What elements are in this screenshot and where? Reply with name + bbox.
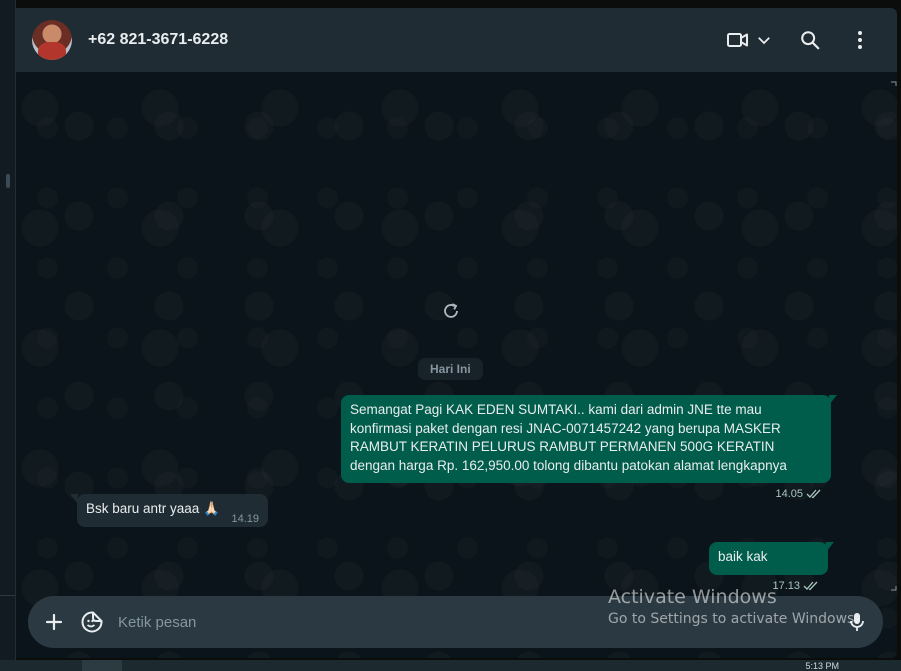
message-text: Semangat Pagi KAK EDEN SUMTAKI.. kami da… [350, 402, 787, 473]
chat-header[interactable]: +62 821-3671-6228 [16, 8, 897, 72]
video-call-icon[interactable] [726, 28, 750, 52]
microphone-icon[interactable] [845, 610, 869, 634]
double-check-icon [806, 489, 821, 499]
composer-bar [28, 596, 883, 648]
day-separator: Hari Ini [418, 358, 483, 380]
search-icon[interactable] [798, 28, 822, 52]
chat-list-scrollbar[interactable] [6, 174, 10, 188]
message-time: 14.19 [231, 513, 259, 525]
contact-name[interactable]: +62 821-3671-6228 [88, 31, 228, 49]
chat-window: +62 821-3671-6228 Hari Ini Semangat Pagi… [16, 8, 897, 658]
chat-scrollbar[interactable] [891, 72, 897, 602]
taskbar-clock[interactable]: 5:13 PM [805, 661, 839, 671]
message-bubble-outgoing[interactable]: baik kak 17.13 [709, 542, 828, 592]
refresh-icon[interactable] [440, 300, 462, 322]
message-text: baik kak [718, 549, 768, 564]
taskbar-app[interactable] [82, 660, 122, 671]
chat-list-edge [0, 0, 16, 660]
message-text: Bsk baru antr yaaa 🙏🏻 [86, 501, 220, 516]
attach-plus-icon[interactable] [42, 610, 66, 634]
sticker-emoji-icon[interactable] [80, 610, 104, 634]
taskbar: 5:13 PM [0, 660, 901, 671]
chevron-down-icon[interactable] [752, 28, 776, 52]
avatar[interactable] [32, 20, 72, 60]
message-meta: 14.19 [231, 510, 259, 529]
message-time: 14.05 [775, 488, 803, 500]
message-input[interactable] [118, 606, 778, 638]
divider [0, 595, 15, 596]
menu-dots-icon[interactable] [848, 28, 872, 52]
message-bubble-incoming[interactable]: Bsk baru antr yaaa 🙏🏻 14.19 [77, 494, 268, 527]
message-meta: 14.05 [775, 485, 822, 504]
composer-footer [16, 590, 897, 648]
message-bubble-outgoing[interactable]: Semangat Pagi KAK EDEN SUMTAKI.. kami da… [341, 395, 831, 500]
